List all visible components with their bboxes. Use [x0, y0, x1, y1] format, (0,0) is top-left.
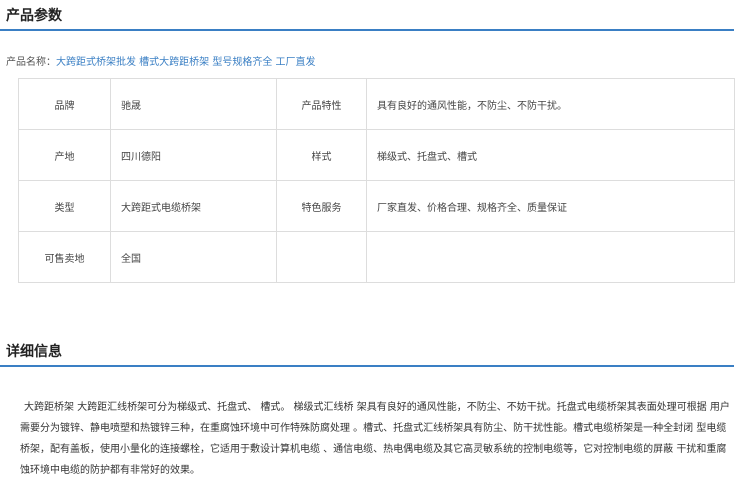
params-section-header: 产品参数: [0, 6, 734, 31]
param-value-brand: 驰晟: [110, 78, 277, 130]
param-key-service: 特色服务: [276, 180, 367, 232]
table-row: 产地 四川德阳 样式 梯级式、托盘式、槽式: [18, 129, 735, 181]
product-name-line: 产品名称：大跨距式桥架批发 槽式大跨距桥架 型号规格齐全 工厂直发: [6, 56, 316, 70]
param-key-origin: 产地: [18, 129, 111, 181]
param-value-type: 大跨距式电缆桥架: [110, 180, 277, 232]
params-section-title: 产品参数: [6, 8, 62, 24]
param-value-origin: 四川德阳: [110, 129, 277, 181]
param-key-sales-area: 可售卖地: [18, 231, 111, 283]
param-value-empty: [366, 231, 735, 283]
param-value-service: 厂家直发、价格合理、规格齐全、质量保证: [366, 180, 735, 232]
param-key-type: 类型: [18, 180, 111, 232]
params-section-divider: [0, 29, 734, 31]
table-row: 类型 大跨距式电缆桥架 特色服务 厂家直发、价格合理、规格齐全、质量保证: [18, 180, 735, 232]
param-key-brand: 品牌: [18, 78, 111, 130]
param-key-empty: [276, 231, 367, 283]
param-key-style: 样式: [276, 129, 367, 181]
detail-section-divider: [0, 365, 734, 367]
params-table: 品牌 驰晟 产品特性 具有良好的通风性能，不防尘、不防干扰。 产地 四川德阳 样…: [18, 78, 735, 283]
param-value-style: 梯级式、托盘式、槽式: [366, 129, 735, 181]
detail-body: 大跨距桥架 大跨距汇线桥架可分为梯级式、托盘式、 槽式。 梯级式汇线桥 架具有良…: [20, 397, 732, 481]
product-name-link[interactable]: 大跨距式桥架批发 槽式大跨距桥架 型号规格齐全 工厂直发: [56, 57, 316, 68]
param-value-feature: 具有良好的通风性能，不防尘、不防干扰。: [366, 78, 735, 130]
detail-section-title: 详细信息: [6, 344, 62, 360]
product-name-label: 产品名称：: [6, 57, 56, 68]
table-row: 可售卖地 全国: [18, 231, 735, 283]
param-value-sales-area: 全国: [110, 231, 277, 283]
param-key-feature: 产品特性: [276, 78, 367, 130]
table-row: 品牌 驰晟 产品特性 具有良好的通风性能，不防尘、不防干扰。: [18, 78, 735, 130]
detail-section-header: 详细信息: [0, 342, 734, 367]
detail-paragraph: 大跨距桥架 大跨距汇线桥架可分为梯级式、托盘式、 槽式。 梯级式汇线桥 架具有良…: [20, 402, 730, 476]
